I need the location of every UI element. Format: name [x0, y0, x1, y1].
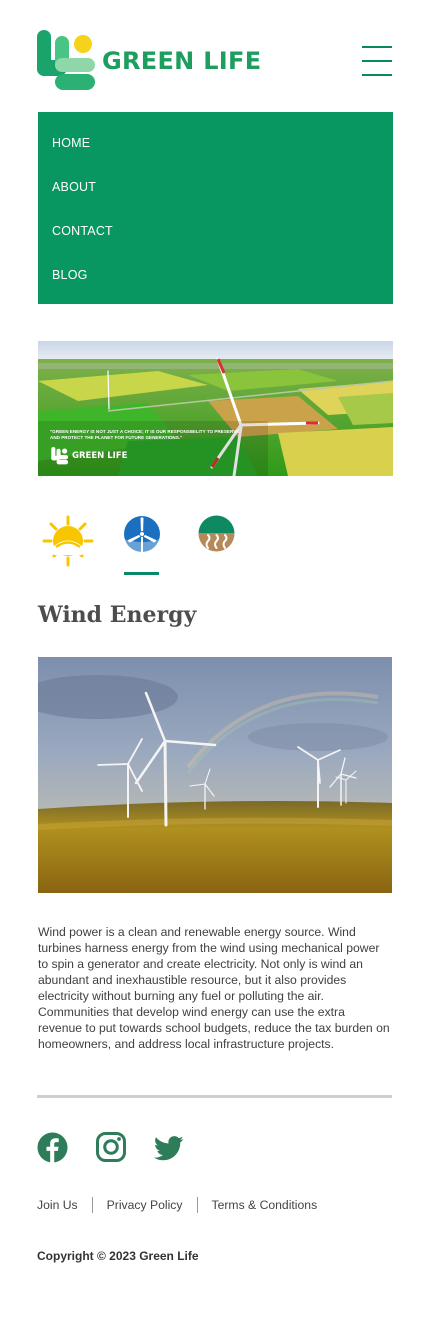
instagram-link[interactable] — [96, 1132, 128, 1164]
active-tab-indicator — [124, 572, 159, 575]
copyright-text: Copyright © 2023 Green Life — [37, 1249, 199, 1263]
banner-logo-text: GREEN LIFE — [72, 451, 128, 461]
banner-logo: GREEN LIFE — [50, 447, 127, 465]
wind-turbines-image — [38, 657, 392, 893]
nav-item-blog[interactable]: BLOG — [38, 262, 393, 306]
footer-link-join-us[interactable]: Join Us — [37, 1198, 78, 1212]
main-navigation: HOME ABOUT CONTACT BLOG — [38, 112, 393, 304]
footer-link-privacy-policy[interactable]: Privacy Policy — [107, 1198, 183, 1212]
nav-item-about[interactable]: ABOUT — [38, 174, 393, 218]
logo-mark-icon — [37, 30, 95, 90]
footer-link-terms[interactable]: Terms & Conditions — [212, 1198, 318, 1212]
site-header: GREEN LIFE — [37, 30, 393, 92]
link-separator — [196, 1197, 198, 1213]
link-separator — [91, 1197, 93, 1213]
section-title: Wind Energy — [38, 602, 197, 628]
hamburger-menu-button[interactable] — [362, 46, 392, 76]
wind-turbine-icon — [124, 516, 160, 557]
geothermal-icon — [198, 515, 235, 552]
brand-name: GREEN LIFE — [102, 47, 262, 75]
solar-tab[interactable] — [42, 515, 98, 571]
instagram-icon — [96, 1132, 126, 1162]
nav-item-home[interactable]: HOME — [38, 130, 393, 174]
twitter-icon — [153, 1136, 184, 1161]
footer-links: Join Us Privacy Policy Terms & Conditions — [37, 1197, 318, 1216]
facebook-link[interactable] — [37, 1132, 69, 1164]
section-description: Wind power is a clean and renewable ener… — [38, 925, 390, 1051]
brand-logo[interactable]: GREEN LIFE — [37, 30, 261, 92]
wind-turbines-photo — [38, 657, 392, 893]
wind-tab[interactable] — [123, 515, 179, 571]
facebook-icon — [37, 1132, 68, 1163]
banner-quote: "Green energy is not just a choice; it i… — [50, 429, 240, 440]
geothermal-tab[interactable] — [198, 515, 254, 571]
twitter-link[interactable] — [153, 1136, 186, 1168]
sun-icon — [42, 515, 94, 567]
hero-banner: "Green energy is not just a choice; it i… — [38, 341, 393, 476]
logo-mark-icon — [51, 447, 69, 465]
energy-type-tabs — [38, 515, 258, 580]
nav-item-contact[interactable]: CONTACT — [38, 218, 393, 262]
footer-divider — [37, 1095, 392, 1098]
